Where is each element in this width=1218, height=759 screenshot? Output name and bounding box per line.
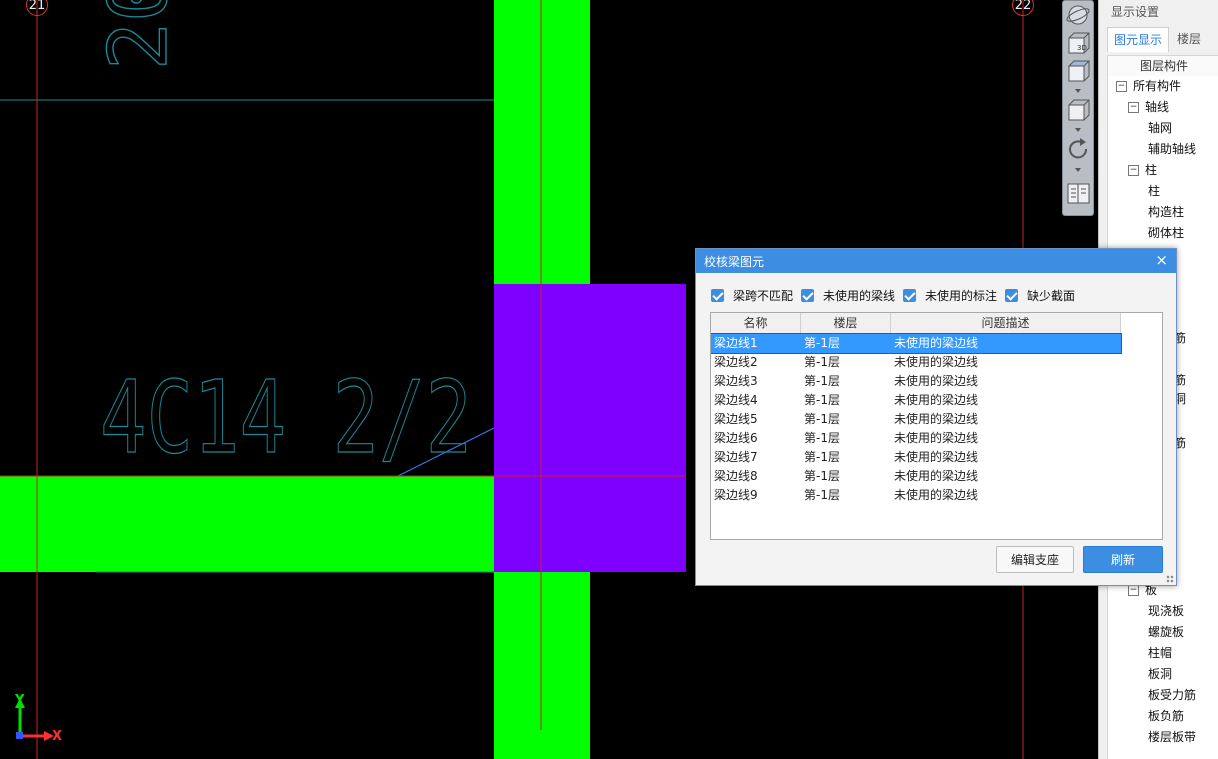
cell-description: 未使用的梁边线 bbox=[894, 336, 979, 350]
table-row[interactable]: 梁边线8 第-1层 未使用的梁边线 bbox=[711, 467, 1121, 486]
table-row[interactable]: 梁边线2 第-1层 未使用的梁边线 bbox=[711, 353, 1121, 372]
cell-floor: 第-1层 bbox=[804, 431, 840, 445]
tree-item-label: 辅助轴线 bbox=[1148, 142, 1197, 156]
cell-name: 梁边线8 bbox=[714, 469, 758, 483]
tree-item-label: 所有构件 bbox=[1133, 79, 1182, 93]
beam-horizontal bbox=[0, 476, 500, 572]
tree-item-label: 板受力筋 bbox=[1148, 688, 1197, 702]
sphere-view-icon[interactable] bbox=[1066, 3, 1091, 28]
cell-description: 未使用的梁边线 bbox=[894, 374, 979, 388]
tree-item-label: 板负筋 bbox=[1148, 709, 1185, 723]
cell-description: 未使用的梁边线 bbox=[894, 393, 979, 407]
tree-item-label: 轴线 bbox=[1145, 100, 1170, 114]
cell-name: 梁边线7 bbox=[714, 450, 758, 464]
ucs-y-label: Y bbox=[15, 693, 25, 708]
checkbox-label: 未使用的梁线 bbox=[823, 289, 896, 303]
checkbox-checked-icon[interactable] bbox=[711, 289, 724, 302]
column-header-name[interactable]: 名称 bbox=[711, 313, 801, 333]
top-view-icon[interactable] bbox=[1066, 59, 1091, 84]
dropdown-arrow-icon[interactable] bbox=[1075, 89, 1081, 93]
cell-floor: 第-1层 bbox=[804, 412, 840, 426]
cad-text-20: 20 bbox=[92, 0, 185, 70]
dropdown-arrow-icon[interactable] bbox=[1075, 168, 1081, 172]
box-view-icon[interactable] bbox=[1066, 98, 1091, 123]
table-row[interactable]: 梁边线1 第-1层 未使用的梁边线 bbox=[711, 333, 1122, 354]
table-row[interactable]: 梁边线7 第-1层 未使用的梁边线 bbox=[711, 448, 1121, 467]
cell-floor: 第-1层 bbox=[804, 374, 840, 388]
column-header-description[interactable]: 问题描述 bbox=[891, 313, 1121, 333]
cell-description: 未使用的梁边线 bbox=[894, 450, 979, 464]
cell-floor: 第-1层 bbox=[804, 336, 840, 350]
resize-grip-icon[interactable] bbox=[1166, 575, 1174, 583]
ucs-x-label: X bbox=[52, 729, 63, 744]
tree-item-label: 轴网 bbox=[1148, 121, 1173, 135]
layout-icon[interactable] bbox=[1066, 181, 1091, 206]
collapse-toggle-icon[interactable]: − bbox=[1128, 585, 1139, 596]
cell-description: 未使用的梁边线 bbox=[894, 469, 979, 483]
cell-description: 未使用的梁边线 bbox=[894, 412, 979, 426]
cell-name: 梁边线2 bbox=[714, 355, 758, 369]
tree-item-label: 柱帽 bbox=[1148, 646, 1173, 660]
checkbox-checked-icon[interactable] bbox=[801, 289, 814, 302]
cell-floor: 第-1层 bbox=[804, 355, 840, 369]
tree-item-label: 楼层板带 bbox=[1148, 730, 1197, 744]
collapse-toggle-icon[interactable]: − bbox=[1128, 165, 1139, 176]
issues-table: 名称 楼层 问题描述 梁边线1 第-1层 未使用的梁边线 梁边线2 第-1层 未使用的梁边… bbox=[710, 312, 1163, 540]
cell-floor: 第-1层 bbox=[804, 393, 840, 407]
tree-item-label: 柱 bbox=[1145, 163, 1158, 177]
checkbox-label: 梁跨不匹配 bbox=[733, 289, 794, 303]
collapse-toggle-icon[interactable]: − bbox=[1116, 81, 1127, 92]
dropdown-arrow-icon[interactable] bbox=[1075, 128, 1081, 132]
cell-name: 梁边线5 bbox=[714, 412, 758, 426]
edit-support-button[interactable]: 编辑支座 bbox=[996, 546, 1074, 573]
tree-item-label: 现浇板 bbox=[1148, 604, 1185, 618]
table-row[interactable]: 梁边线4 第-1层 未使用的梁边线 bbox=[711, 391, 1121, 410]
close-icon[interactable]: × bbox=[1155, 251, 1168, 269]
cell-name: 梁边线3 bbox=[714, 374, 758, 388]
rotate-icon[interactable] bbox=[1066, 137, 1091, 162]
check-beam-dialog: 校核梁图元 × 梁跨不匹配 未使用的梁线 未使用的标注 缺少截面 名称 楼层 问题描述… bbox=[695, 248, 1177, 586]
column bbox=[494, 284, 686, 572]
table-row[interactable]: 梁边线9 第-1层 未使用的梁边线 bbox=[711, 486, 1121, 505]
3d-view-icon[interactable]: 3D bbox=[1066, 31, 1091, 56]
table-header: 名称 楼层 问题描述 bbox=[711, 313, 1121, 334]
tree-item-label: 螺旋板 bbox=[1148, 625, 1185, 639]
cell-description: 未使用的梁边线 bbox=[894, 431, 979, 445]
cell-description: 未使用的梁边线 bbox=[894, 488, 979, 502]
refresh-button[interactable]: 刷新 bbox=[1083, 546, 1163, 573]
cad-text-rebar: 4C14 2/2 bbox=[100, 359, 472, 476]
checkbox-checked-icon[interactable] bbox=[1005, 289, 1018, 302]
checkbox-label: 未使用的标注 bbox=[925, 289, 998, 303]
cell-description: 未使用的梁边线 bbox=[894, 355, 979, 369]
table-row[interactable]: 梁边线6 第-1层 未使用的梁边线 bbox=[711, 429, 1121, 448]
tree-header: 图层构件 bbox=[1107, 55, 1218, 77]
tree-item-label: 构造柱 bbox=[1148, 205, 1185, 219]
dialog-title: 校核梁图元 bbox=[704, 255, 765, 269]
cell-name: 梁边线9 bbox=[714, 488, 758, 502]
collapse-toggle-icon[interactable]: − bbox=[1128, 102, 1139, 113]
table-row[interactable]: 梁边线3 第-1层 未使用的梁边线 bbox=[711, 372, 1121, 391]
checkbox-label: 缺少截面 bbox=[1027, 289, 1076, 303]
svg-text:3D: 3D bbox=[1077, 44, 1087, 52]
dialog-titlebar[interactable]: 校核梁图元 × bbox=[696, 249, 1176, 273]
tab-floor-display[interactable]: 楼层显示 bbox=[1171, 27, 1218, 70]
column-header-floor[interactable]: 楼层 bbox=[801, 313, 891, 333]
cell-name: 梁边线6 bbox=[714, 431, 758, 445]
tree-item-label: 砌体柱 bbox=[1148, 226, 1185, 240]
cell-name: 梁边线4 bbox=[714, 393, 758, 407]
cell-floor: 第-1层 bbox=[804, 488, 840, 502]
cell-floor: 第-1层 bbox=[804, 450, 840, 464]
checkbox-checked-icon[interactable] bbox=[903, 289, 916, 302]
panel-title: 显示设置 bbox=[1111, 5, 1160, 19]
view-toolbar: 3D bbox=[1062, 0, 1094, 216]
tree-item-label: 柱 bbox=[1148, 184, 1161, 198]
cell-name: 梁边线1 bbox=[714, 336, 758, 350]
table-row[interactable]: 梁边线5 第-1层 未使用的梁边线 bbox=[711, 410, 1121, 429]
cell-floor: 第-1层 bbox=[804, 469, 840, 483]
tree-item-label: 板洞 bbox=[1148, 667, 1173, 681]
tab-element-display[interactable]: 图元显示 bbox=[1107, 27, 1170, 52]
